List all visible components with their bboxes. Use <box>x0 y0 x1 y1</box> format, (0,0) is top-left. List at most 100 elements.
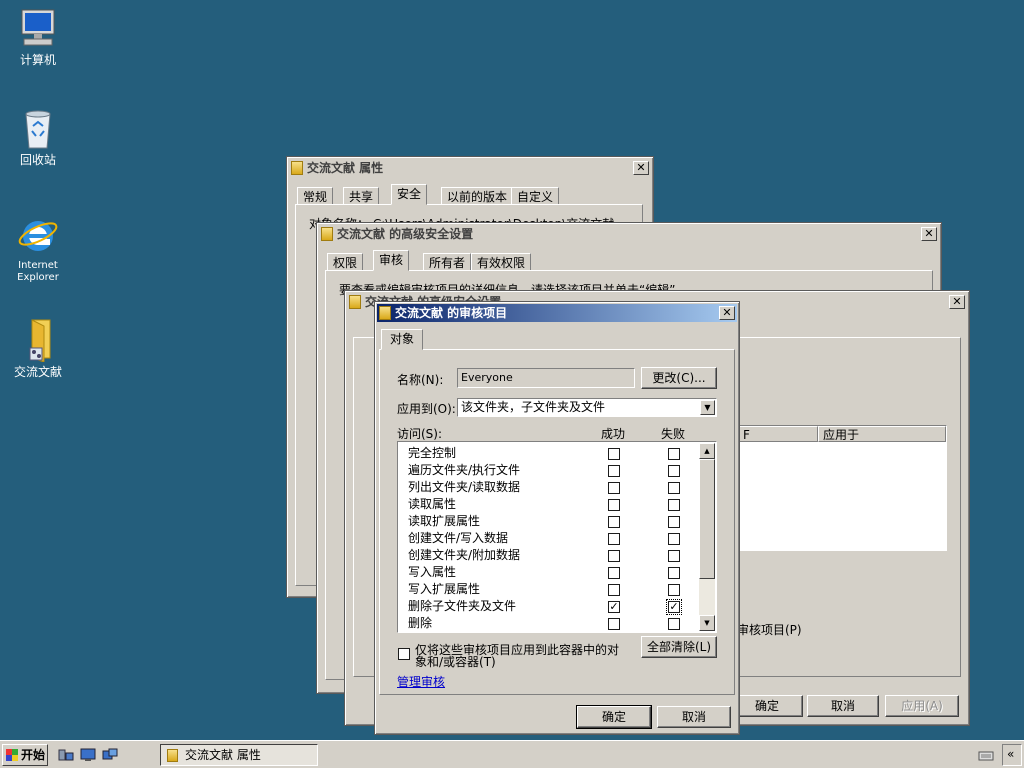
tab-security[interactable]: 安全 <box>391 184 428 205</box>
explorer-icon[interactable] <box>102 748 118 762</box>
failure-checkbox[interactable] <box>668 516 680 528</box>
success-checkbox[interactable] <box>608 533 620 545</box>
server-manager-icon[interactable] <box>58 748 74 762</box>
tab-object[interactable]: 对象 <box>381 329 424 350</box>
success-checkbox[interactable] <box>608 448 620 460</box>
access-row-label: 写入属性 <box>408 565 457 579</box>
desktop-icon-internet-explorer[interactable]: Internet Explorer <box>0 212 76 284</box>
folder-icon <box>321 227 333 241</box>
name-field: Everyone <box>457 368 635 388</box>
taskbar-button-properties[interactable]: 交流文献 属性 <box>160 744 318 766</box>
success-checkbox[interactable]: ✓ <box>608 601 620 613</box>
folder-icon <box>349 295 361 309</box>
tab-auditing[interactable]: 审核 <box>373 250 410 271</box>
desktop-icon-folder[interactable]: 交流文献 <box>0 318 76 378</box>
access-row-label: 删除 <box>408 616 433 630</box>
desktop-icon-label: 回收站 <box>19 153 56 167</box>
failure-checkbox[interactable] <box>668 618 680 630</box>
tab-customize[interactable]: 自定义 <box>511 187 560 205</box>
ok-button[interactable]: 确定 <box>576 705 652 729</box>
failure-checkbox[interactable] <box>668 448 680 460</box>
tab-previous-versions[interactable]: 以前的版本 <box>441 187 514 205</box>
scroll-down-icon[interactable]: ▼ <box>699 615 715 631</box>
clear-all-button[interactable]: 全部清除(L) <box>641 636 717 658</box>
windows-logo-icon <box>6 749 18 761</box>
internet-explorer-icon <box>16 212 60 256</box>
tab-sharing[interactable]: 共享 <box>343 187 380 205</box>
scroll-up-icon[interactable]: ▲ <box>699 443 715 459</box>
failure-checkbox[interactable] <box>668 499 680 511</box>
notification-area: « <box>1002 744 1022 766</box>
failure-checkbox[interactable] <box>668 465 680 477</box>
column-header-fragment[interactable]: F <box>738 426 818 442</box>
access-list-scrollbar[interactable]: ▲ ▼ <box>699 443 715 631</box>
audit-entries-list[interactable]: F 应用于 <box>737 425 947 551</box>
manage-auditing-link[interactable]: 管理审核 <box>397 673 445 690</box>
tab-effective-permissions[interactable]: 有效权限 <box>471 253 532 271</box>
failure-column-label: 失败 <box>661 427 686 441</box>
tab-permissions[interactable]: 权限 <box>327 253 364 271</box>
access-row-label: 创建文件夹/附加数据 <box>408 548 521 562</box>
folder-icon <box>379 306 391 320</box>
success-checkbox[interactable] <box>608 465 620 477</box>
taskbar-button-label: 交流文献 属性 <box>185 748 261 762</box>
scrollbar-thumb[interactable] <box>699 459 715 579</box>
success-column-label: 成功 <box>601 427 626 441</box>
audit-entry-window: 交流文献 的审核项目 ✕ 对象 名称(N): Everyone 更改(C)...… <box>374 301 740 735</box>
folder-icon <box>291 161 303 175</box>
access-row-label: 创建文件/写入数据 <box>408 531 509 545</box>
column-header-apply-to[interactable]: 应用于 <box>818 426 946 442</box>
success-checkbox[interactable] <box>608 499 620 511</box>
apply-only-checkbox[interactable] <box>398 648 410 660</box>
tab-general[interactable]: 常规 <box>297 187 334 205</box>
show-desktop-icon[interactable] <box>80 748 96 762</box>
failure-checkbox[interactable]: ✓ <box>666 599 682 615</box>
close-icon[interactable]: ✕ <box>633 161 649 175</box>
close-icon[interactable]: ✕ <box>719 306 735 320</box>
success-checkbox[interactable] <box>608 567 620 579</box>
access-row-label: 完全控制 <box>408 446 457 460</box>
name-label: 名称(N): <box>397 373 444 387</box>
computer-icon <box>16 6 60 50</box>
success-checkbox[interactable] <box>608 482 620 494</box>
advanced-security-titlebar[interactable]: 交流文献 的高级安全设置 ✕ <box>319 225 939 243</box>
apply-to-value: 该文件夹，子文件夹及文件 <box>461 400 606 414</box>
ok-button[interactable]: 确定 <box>731 695 803 717</box>
properties-titlebar[interactable]: 交流文献 属性 ✕ <box>289 159 651 177</box>
access-list[interactable]: 完全控制 遍历文件夹/执行文件 列出文件夹/读取数据 读取属性 读取扩展属性 创建文件/写… <box>397 441 717 633</box>
desktop-icon-recycle-bin[interactable]: 回收站 <box>0 106 76 166</box>
close-icon[interactable]: ✕ <box>921 227 937 241</box>
success-checkbox[interactable] <box>608 516 620 528</box>
failure-checkbox[interactable] <box>668 533 680 545</box>
cancel-button[interactable]: 取消 <box>807 695 879 717</box>
desktop-icon-computer[interactable]: 计算机 <box>0 6 76 66</box>
failure-checkbox[interactable] <box>668 567 680 579</box>
failure-checkbox[interactable] <box>668 482 680 494</box>
apply-button[interactable]: 应用(A) <box>885 695 959 717</box>
failure-checkbox[interactable] <box>668 584 680 596</box>
tab-owner[interactable]: 所有者 <box>423 253 472 271</box>
chevron-left-icon[interactable]: « <box>1007 747 1014 761</box>
failure-checkbox[interactable] <box>668 550 680 562</box>
window-title: 交流文献 的审核项目 <box>395 306 508 320</box>
close-icon[interactable]: ✕ <box>949 295 965 309</box>
desktop-icon-label: 交流文献 <box>13 365 62 379</box>
audit-entry-titlebar[interactable]: 交流文献 的审核项目 ✕ <box>377 304 737 322</box>
apply-to-select[interactable]: 该文件夹，子文件夹及文件 ▼ <box>457 398 717 417</box>
success-checkbox[interactable] <box>608 618 620 630</box>
cancel-button[interactable]: 取消 <box>657 706 731 728</box>
change-button[interactable]: 更改(C)... <box>641 367 717 389</box>
window-title: 交流文献 的高级安全设置 <box>337 227 474 241</box>
apply-only-label-line2: 象和/或容器(T) <box>415 655 496 669</box>
desktop-icon-label: 计算机 <box>19 53 56 67</box>
keyboard-icon[interactable] <box>978 748 994 762</box>
success-checkbox[interactable] <box>608 584 620 596</box>
success-checkbox[interactable] <box>608 550 620 562</box>
recycle-bin-icon <box>16 106 60 150</box>
access-row-label: 读取扩展属性 <box>408 514 481 528</box>
audit-item-fragment: 审核项目(P) <box>737 623 802 637</box>
chevron-down-icon[interactable]: ▼ <box>700 400 715 415</box>
folder-icon <box>16 318 60 363</box>
access-label: 访问(S): <box>397 427 443 441</box>
start-button[interactable]: 开始 <box>2 744 48 766</box>
